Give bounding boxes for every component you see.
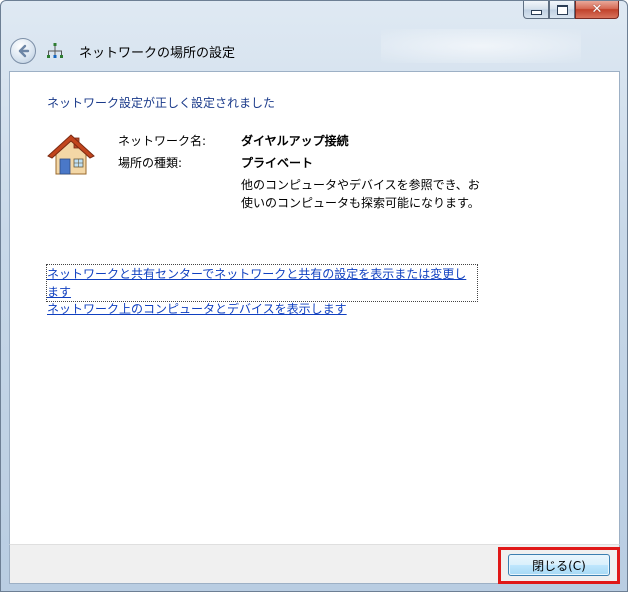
title-bar: ✕ ネットワークの場所の設定 xyxy=(1,1,627,69)
caption-buttons: ✕ xyxy=(523,1,619,19)
maximize-icon xyxy=(556,4,568,15)
close-window-button[interactable]: ✕ xyxy=(575,1,619,19)
minimize-icon xyxy=(530,10,542,15)
maximize-button[interactable] xyxy=(549,1,575,19)
network-center-link[interactable]: ネットワークと共有センターでネットワークと共有の設定を表示または変更します xyxy=(46,264,478,302)
success-heading: ネットワーク設定が正しく設定されました xyxy=(47,96,276,110)
house-icon xyxy=(47,134,95,175)
network-name-value: ダイヤルアップ接続 xyxy=(241,134,349,148)
minimize-button[interactable] xyxy=(523,1,549,19)
title-bar-glow xyxy=(381,29,581,63)
close-button[interactable]: 閉じる(C) xyxy=(508,554,610,576)
dialog-window: ✕ ネットワークの場所の設定 ネットワーク設定が正しく設定されました ネットワー… xyxy=(0,0,628,592)
location-description: 他のコンピュータやデバイスを参照でき、お使いのコンピュータも探索可能になります。 xyxy=(241,178,480,210)
view-devices-link[interactable]: ネットワーク上のコンピュータとデバイスを表示します xyxy=(47,300,347,317)
content-panel: ネットワーク設定が正しく設定されました ネットワーク名: ダイヤルアップ接続 場… xyxy=(9,71,620,544)
window-title: ネットワークの場所の設定 xyxy=(79,46,236,61)
location-type-label: 場所の種類: xyxy=(118,156,183,170)
location-type-value: プライベート xyxy=(241,156,314,170)
network-icon xyxy=(47,43,63,58)
close-icon: ✕ xyxy=(591,2,603,17)
network-name-label: ネットワーク名: xyxy=(118,134,207,148)
back-arrow-icon xyxy=(18,44,30,58)
back-button[interactable] xyxy=(10,38,36,64)
